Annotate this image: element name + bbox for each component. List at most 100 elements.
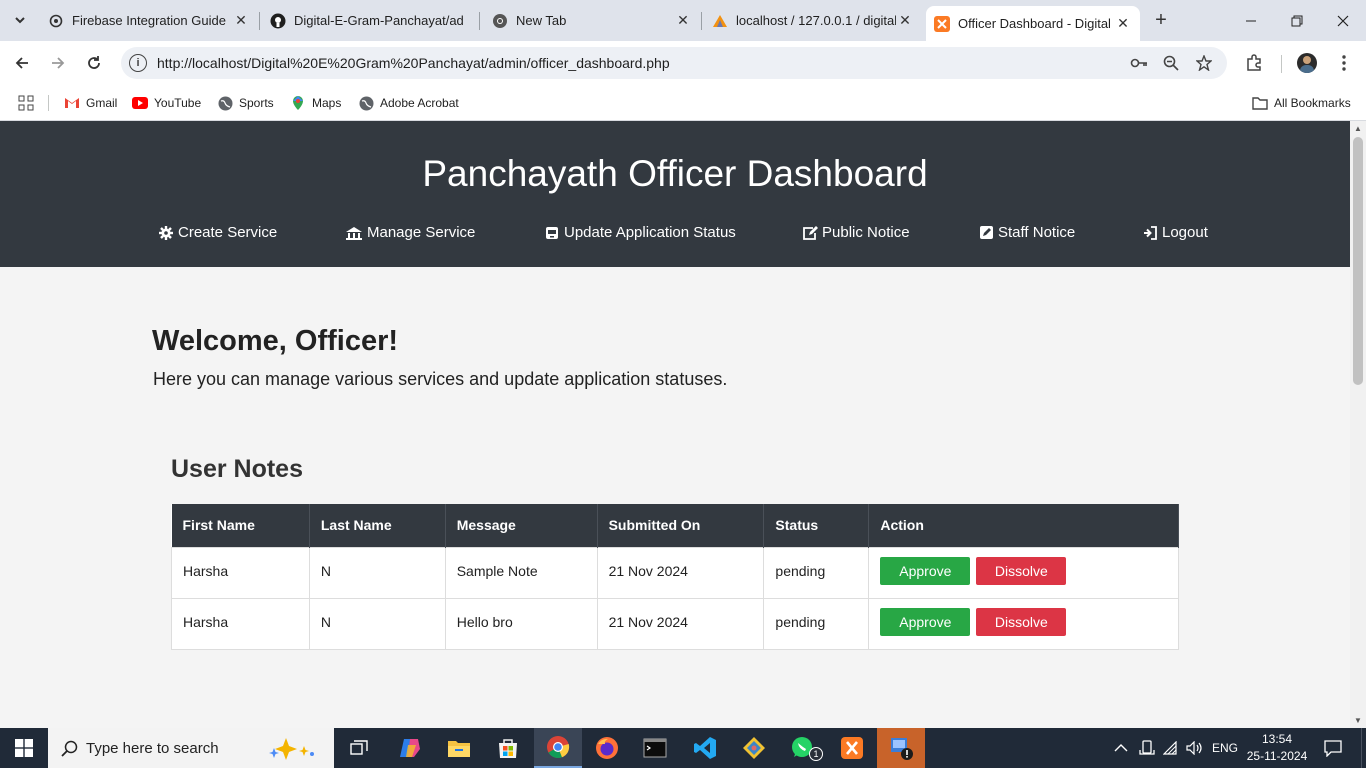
file-explorer-app[interactable] <box>435 728 483 768</box>
tab-search-button[interactable] <box>8 8 32 32</box>
maps-icon <box>290 95 306 111</box>
nav-label: Logout <box>1162 224 1208 241</box>
xampp-control-app[interactable] <box>877 728 925 768</box>
all-bookmarks[interactable]: All Bookmarks <box>1252 93 1351 113</box>
cell-action: Approve Dissolve <box>868 597 1179 650</box>
nav-public-notice[interactable]: Public Notice <box>802 224 910 241</box>
notification-center[interactable] <box>1324 728 1342 768</box>
scrollbar-thumb[interactable] <box>1353 137 1363 385</box>
cell-status: pending <box>763 597 870 650</box>
bookmark-maps[interactable]: Maps <box>290 93 341 113</box>
nav-manage-service[interactable]: Manage Service <box>345 224 475 241</box>
search-icon <box>60 739 78 757</box>
taskbar-clock[interactable]: 13:54 25-11-2024 <box>1244 731 1310 765</box>
close-icon[interactable]: ✕ <box>674 12 692 30</box>
show-desktop-button[interactable] <box>1361 728 1366 768</box>
tab-divider <box>259 12 260 30</box>
cell-last-name: N <box>308 597 446 650</box>
nav-label: Public Notice <box>822 224 910 241</box>
cell-message: Hello bro <box>444 597 598 650</box>
new-tab-button[interactable]: + <box>1150 9 1172 31</box>
tab-divider <box>479 12 480 30</box>
phpmyadmin-icon <box>712 13 728 29</box>
apps-button[interactable] <box>18 93 34 113</box>
back-button[interactable] <box>8 49 36 77</box>
zoom-icon[interactable] <box>1161 53 1181 73</box>
menu-button[interactable] <box>1330 49 1358 77</box>
bookmark-youtube[interactable]: YouTube <box>132 93 201 113</box>
tray-device[interactable] <box>1139 728 1155 768</box>
profile-button[interactable] <box>1293 49 1321 77</box>
approve-button[interactable]: Approve <box>880 607 971 636</box>
dissolve-button[interactable]: Dissolve <box>976 607 1067 636</box>
page-title: Panchayath Officer Dashboard <box>422 153 928 194</box>
bookmark-divider <box>48 95 49 111</box>
terminal-app[interactable] <box>631 728 679 768</box>
scroll-down-icon[interactable]: ▼ <box>1354 716 1362 725</box>
browser-toolbar: i http://localhost/Digital%20E%20Gram%20… <box>0 41 1366 85</box>
building-icon <box>345 225 363 241</box>
task-view-button[interactable] <box>336 728 384 768</box>
tray-wifi[interactable] <box>1163 728 1181 768</box>
copilot-app[interactable] <box>386 728 434 768</box>
cell-status: pending <box>763 546 870 599</box>
nav-staff-notice[interactable]: Staff Notice <box>978 224 1075 241</box>
bookmark-label: YouTube <box>154 96 202 110</box>
scroll-up-icon[interactable]: ▲ <box>1354 124 1362 133</box>
page-scrollbar[interactable]: ▲ ▼ <box>1350 121 1366 728</box>
youtube-icon <box>132 95 148 111</box>
site-info-icon[interactable]: i <box>129 54 147 72</box>
tray-volume[interactable] <box>1186 728 1204 768</box>
device-icon <box>1139 740 1155 755</box>
chrome-app[interactable] <box>534 728 582 768</box>
show-hidden-icons[interactable] <box>1114 728 1128 768</box>
tray-language[interactable]: ENG <box>1212 728 1238 768</box>
bookmark-label: Gmail <box>86 96 118 110</box>
restore-button[interactable] <box>1274 0 1320 41</box>
cell-last-name: N <box>308 546 446 599</box>
chevron-up-icon <box>1114 744 1128 752</box>
taskbar-search[interactable]: Type here to search <box>48 728 334 768</box>
tab-officer-dashboard[interactable]: Officer Dashboard - Digital E ✕ <box>926 6 1140 41</box>
close-window-button[interactable] <box>1320 0 1366 41</box>
bookmark-sports[interactable]: Sports <box>217 93 274 113</box>
tab-phpmyadmin[interactable]: localhost / 127.0.0.1 / digital ✕ <box>704 6 922 35</box>
tab-new-tab[interactable]: New Tab ✕ <box>484 6 700 35</box>
firefox-app[interactable] <box>583 728 631 768</box>
start-button[interactable] <box>0 728 48 768</box>
bookmark-adobe-acrobat[interactable]: Adobe Acrobat <box>358 93 459 113</box>
tab-title: Officer Dashboard - Digital E <box>958 16 1114 31</box>
key-icon[interactable] <box>1129 53 1149 73</box>
vscode-app[interactable] <box>681 728 729 768</box>
nav-logout[interactable]: Logout <box>1142 224 1208 241</box>
user-notes-table: First Name Last Name Message Submitted O… <box>171 504 1179 650</box>
address-bar[interactable]: i http://localhost/Digital%20E%20Gram%20… <box>121 47 1227 79</box>
tab-github[interactable]: Digital-E-Gram-Panchayat/ad <box>262 6 476 35</box>
approve-button[interactable]: Approve <box>880 556 971 585</box>
store-app[interactable] <box>484 728 532 768</box>
nav-create-service[interactable]: Create Service <box>158 224 277 241</box>
tab-firebase[interactable]: Firebase Integration Guide ✕ <box>40 6 258 35</box>
close-icon[interactable]: ✕ <box>1114 15 1132 33</box>
whatsapp-app[interactable]: 1 <box>779 728 827 768</box>
dissolve-button[interactable]: Dissolve <box>976 556 1067 585</box>
github-icon <box>270 13 286 29</box>
forward-button[interactable] <box>44 49 72 77</box>
git-app[interactable] <box>730 728 778 768</box>
close-icon[interactable]: ✕ <box>232 12 250 30</box>
xampp-icon <box>934 15 950 32</box>
column-header: First Name <box>171 504 310 547</box>
bookmark-star-icon[interactable] <box>1194 53 1214 73</box>
minimize-button[interactable] <box>1228 0 1274 41</box>
reload-button[interactable] <box>80 49 108 77</box>
nav-update-application-status[interactable]: Update Application Status <box>544 224 736 241</box>
git-kraken-icon <box>743 737 765 759</box>
wifi-icon <box>1163 741 1177 755</box>
bookmark-gmail[interactable]: Gmail <box>64 93 117 113</box>
cell-message: Sample Note <box>444 546 598 599</box>
url-text: http://localhost/Digital%20E%20Gram%20Pa… <box>157 55 670 71</box>
xampp-app[interactable] <box>828 728 876 768</box>
language-label: ENG <box>1212 741 1239 755</box>
extensions-button[interactable] <box>1240 49 1268 77</box>
close-icon[interactable]: ✕ <box>896 12 914 30</box>
